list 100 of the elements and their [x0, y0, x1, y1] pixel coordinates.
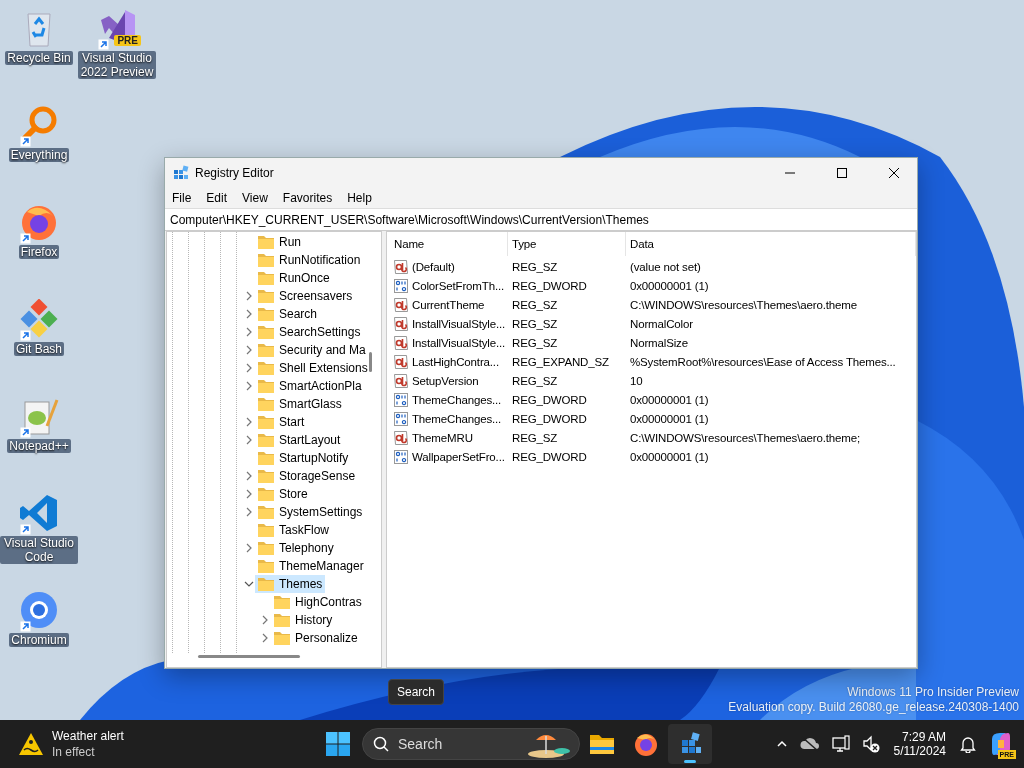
- desktop-icon-label[interactable]: Visual Studio Code: [0, 536, 78, 564]
- value-type: REG_SZ: [511, 316, 559, 332]
- tree-item[interactable]: SystemSettings: [255, 503, 366, 521]
- network-monitor-icon: [831, 735, 850, 753]
- tree-item[interactable]: RunOnce: [255, 269, 333, 287]
- menu-item[interactable]: View: [241, 190, 275, 205]
- desktop-icon-label[interactable]: Recycle Bin: [5, 51, 73, 65]
- value-name[interactable]: ThemeMRU: [412, 431, 473, 444]
- folder-icon: [257, 557, 275, 575]
- folder-icon: [273, 611, 291, 629]
- scrollbar-thumb[interactable]: [198, 655, 300, 658]
- value-type: REG_DWORD: [511, 278, 588, 294]
- tree-item[interactable]: Themes: [255, 575, 326, 593]
- desktop-icon-label[interactable]: Visual Studio 2022 Preview: [78, 51, 156, 79]
- tree-item[interactable]: Telephony: [255, 539, 337, 557]
- folder-icon: [273, 593, 291, 611]
- value-name[interactable]: ColorSetFromTh...: [412, 279, 505, 292]
- bell-icon: [960, 735, 976, 753]
- desktop-icon-label[interactable]: Git Bash: [14, 342, 64, 356]
- tree-item[interactable]: Search: [255, 305, 321, 323]
- folder-icon: [257, 503, 275, 521]
- value-name[interactable]: ThemeChanges...: [412, 393, 502, 406]
- tree-item[interactable]: StorageSense: [255, 467, 359, 485]
- folder-icon: [273, 629, 291, 647]
- value-data: 0x00000001 (1): [629, 449, 710, 465]
- folder-icon: [257, 539, 275, 557]
- tree-item[interactable]: StartLayout: [255, 431, 344, 449]
- value-name[interactable]: SetupVersion: [412, 374, 479, 387]
- folder-icon: [257, 233, 275, 251]
- value-type: REG_SZ: [511, 297, 559, 313]
- value-name[interactable]: InstallVisualStyle...: [412, 317, 506, 330]
- value-data: NormalColor: [629, 316, 694, 332]
- tree-item[interactable]: History: [271, 611, 336, 629]
- column-header[interactable]: Type: [508, 232, 626, 256]
- tree-item[interactable]: RunNotification: [255, 251, 364, 269]
- tree-item[interactable]: SearchSettings: [255, 323, 364, 341]
- tree-item[interactable]: StartupNotify: [255, 449, 352, 467]
- clock[interactable]: 7:29 AM 5/11/2024: [891, 730, 948, 758]
- search-icon: [373, 736, 389, 752]
- weather-subtitle[interactable]: In effect: [52, 744, 124, 760]
- tree-item[interactable]: Security and Ma: [255, 341, 369, 359]
- tree-item[interactable]: ThemeManager: [255, 557, 367, 575]
- folder-icon: [257, 251, 275, 269]
- folder-icon: [257, 485, 275, 503]
- registry-editor-icon: [173, 164, 189, 181]
- menu-item[interactable]: Favorites: [281, 190, 340, 205]
- value-type: REG_SZ: [511, 335, 559, 351]
- tree-item[interactable]: Screensavers: [255, 287, 356, 305]
- value-data: 0x00000001 (1): [629, 411, 710, 427]
- value-data: %SystemRoot%\resources\Ease of Access Themes...: [629, 354, 897, 370]
- value-data: 0x00000001 (1): [629, 392, 710, 408]
- value-data: 10: [629, 373, 644, 389]
- desktop-icon-label[interactable]: Notepad++: [7, 439, 71, 453]
- tree-item[interactable]: HighContras: [271, 593, 365, 611]
- value-type: REG_SZ: [511, 259, 559, 275]
- column-header[interactable]: Data: [626, 232, 916, 256]
- value-data: C:\WINDOWS\resources\Themes\aero.theme;: [629, 430, 861, 446]
- tree-item[interactable]: Store: [255, 485, 311, 503]
- tree-item[interactable]: Run: [255, 233, 304, 251]
- value-type: REG_DWORD: [511, 392, 588, 408]
- value-data: (value not set): [629, 259, 702, 275]
- folder-icon: [257, 575, 275, 593]
- folder-icon: [257, 269, 275, 287]
- value-name[interactable]: ThemeChanges...: [412, 412, 502, 425]
- taskbar-app-button[interactable]: [668, 724, 712, 764]
- search-field[interactable]: Search: [362, 728, 580, 760]
- tree-item[interactable]: Shell Extensions: [255, 359, 371, 377]
- icon-badge: PRE: [114, 35, 141, 46]
- tree-item[interactable]: SmartActionPla: [255, 377, 365, 395]
- folder-icon: [257, 395, 275, 413]
- tree-item[interactable]: Personalize: [271, 629, 361, 647]
- folder-icon: [257, 341, 275, 359]
- scrollbar-thumb[interactable]: [369, 352, 372, 372]
- folder-icon: [257, 431, 275, 449]
- watermark-text: Windows 11 Pro Insider Preview: [847, 685, 1019, 700]
- desktop-icon-label[interactable]: Everything: [8, 148, 70, 162]
- folder-icon: [257, 521, 275, 539]
- code-editor-icon: [19, 493, 59, 533]
- value-name[interactable]: CurrentTheme: [412, 298, 485, 311]
- tree-item[interactable]: Start: [255, 413, 308, 431]
- value-name[interactable]: (Default): [412, 260, 455, 273]
- menu-item[interactable]: File: [171, 190, 199, 205]
- address-bar[interactable]: Computer\HKEY_CURRENT_USER\Software\Microsoft\Windows\CurrentVersion\Themes: [165, 208, 917, 231]
- menu-item[interactable]: Help: [346, 190, 379, 205]
- maximize-icon: [837, 167, 847, 178]
- tree-item[interactable]: TaskFlow: [255, 521, 332, 539]
- menu-item[interactable]: Edit: [205, 190, 235, 205]
- folder-icon: [257, 359, 275, 377]
- value-name[interactable]: WallpaperSetFro...: [412, 450, 505, 463]
- time: 7:29 AM: [901, 730, 946, 744]
- cloud-off-icon: [799, 736, 820, 752]
- folder-icon: [257, 467, 275, 485]
- value-name[interactable]: LastHighContra...: [412, 355, 499, 368]
- desktop-icon-label[interactable]: Chromium: [9, 633, 69, 647]
- value-name[interactable]: InstallVisualStyle...: [412, 336, 506, 349]
- weather-title[interactable]: Weather alert: [52, 728, 124, 744]
- desktop-icon-label[interactable]: Firefox: [18, 245, 60, 259]
- column-header[interactable]: Name: [390, 232, 508, 256]
- value-data: 0x00000001 (1): [629, 278, 710, 294]
- tree-item[interactable]: SmartGlass: [255, 395, 345, 413]
